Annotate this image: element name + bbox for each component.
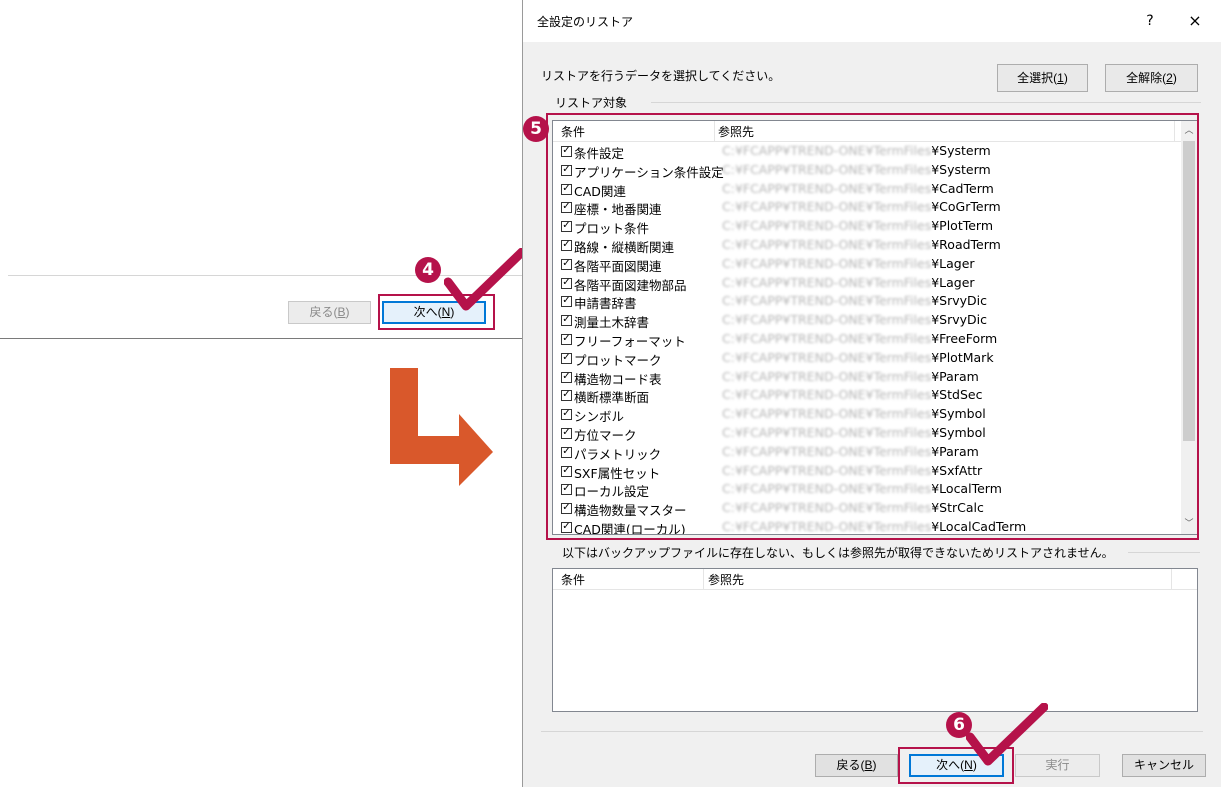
select-all-label: 全選択( xyxy=(1017,71,1058,85)
skipped-list[interactable]: 条件 参照先 xyxy=(552,568,1198,712)
help-button[interactable]: ? xyxy=(1135,10,1165,32)
dialog-title: 全設定のリストア xyxy=(537,15,634,29)
select-all-button[interactable]: 全選択(1) xyxy=(997,64,1088,92)
previous-back-button[interactable]: 戻る(B) xyxy=(288,301,371,324)
skipped-column-reference[interactable]: 参照先 xyxy=(708,571,744,588)
restore-target-group-label: リストア対象 xyxy=(551,94,632,111)
skipped-list-header: 条件 参照先 xyxy=(553,569,1197,590)
back-key: B xyxy=(864,758,873,772)
back-label: 戻る( xyxy=(836,758,865,772)
step4-badge: 4 xyxy=(415,257,441,283)
step5-badge: 5 xyxy=(523,116,549,142)
column-separator xyxy=(1171,569,1172,589)
deselect-all-label: 全解除( xyxy=(1126,71,1167,85)
back-button[interactable]: 戻る(B) xyxy=(815,754,898,777)
title-bar: 全設定のリストア ? × xyxy=(523,0,1221,42)
step5-highlight xyxy=(546,113,1199,540)
column-separator xyxy=(703,569,704,589)
back-label: 戻る( xyxy=(309,305,338,319)
step6-check-icon xyxy=(966,703,1048,766)
step4-check-icon xyxy=(444,248,526,311)
skipped-note: 以下はバックアップファイルに存在しない、もしくは参照先が取得できないためリストア… xyxy=(562,546,1114,560)
note-divider xyxy=(1128,552,1200,553)
instruction-text: リストアを行うデータを選択してください。 xyxy=(541,69,781,83)
back-key: B xyxy=(337,305,346,319)
close-button[interactable]: × xyxy=(1178,9,1212,33)
group-divider xyxy=(651,102,1201,103)
footer-divider xyxy=(541,731,1203,732)
cancel-button[interactable]: キャンセル xyxy=(1122,754,1206,777)
select-all-key: 1 xyxy=(1057,71,1064,85)
skipped-column-condition[interactable]: 条件 xyxy=(561,571,585,588)
deselect-all-button[interactable]: 全解除(2) xyxy=(1105,64,1198,92)
flow-arrow-icon xyxy=(390,368,493,486)
deselect-all-key: 2 xyxy=(1166,71,1173,85)
